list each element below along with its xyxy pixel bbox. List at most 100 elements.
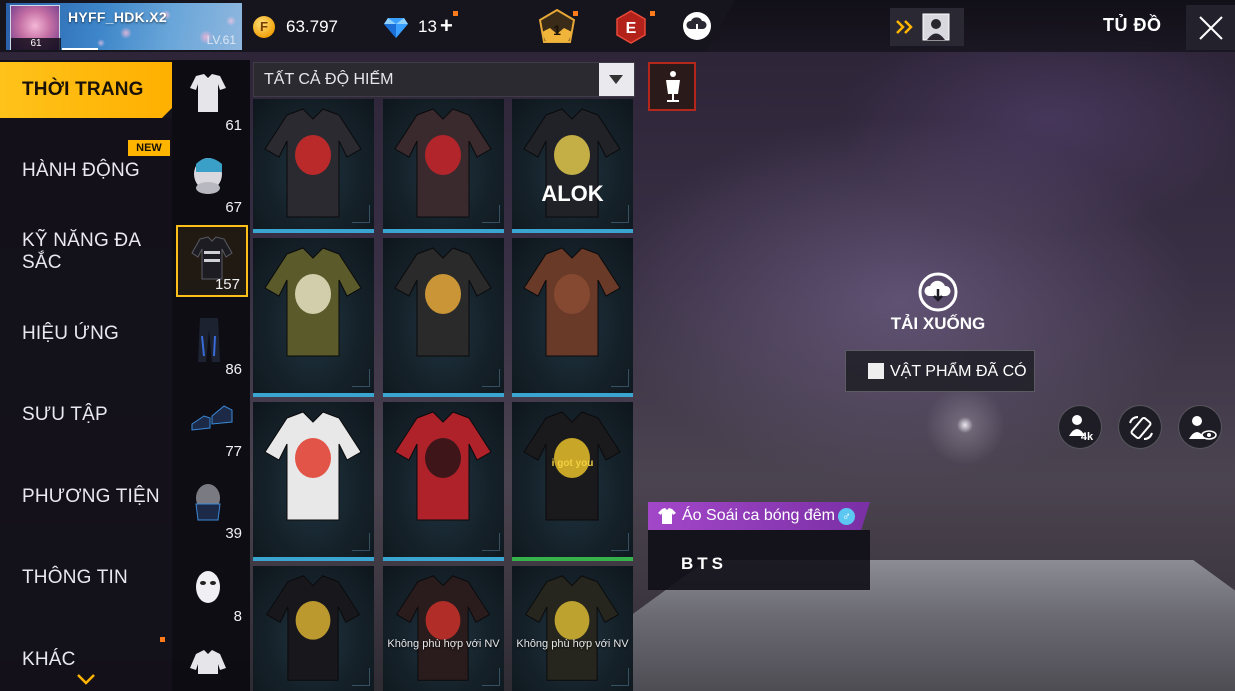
card-corner-decoration: [352, 668, 370, 686]
item-card[interactable]: i got you: [512, 402, 633, 561]
resolution-label: 4k: [1081, 431, 1094, 442]
item-card[interactable]: [383, 99, 504, 233]
sidebar-item-collection[interactable]: SƯU TẬP: [0, 387, 172, 443]
sidebar-item-info[interactable]: THÔNG TIN: [0, 550, 172, 606]
item-card[interactable]: [383, 238, 504, 397]
mannequin-preview-button[interactable]: [648, 62, 696, 111]
face-mask-icon: [196, 571, 220, 603]
elite-pass-icon[interactable]: E: [614, 10, 648, 44]
cloud-download-icon[interactable]: [682, 11, 712, 41]
download-label[interactable]: TẢI XUỐNG: [870, 314, 1006, 334]
owned-items-button[interactable]: VẬT PHẨM ĐÃ CÓ: [845, 350, 1035, 392]
garment-image: [523, 247, 621, 357]
item-card[interactable]: [253, 566, 374, 691]
shoes-icon: [191, 405, 233, 431]
subcategory-count: 61: [225, 117, 242, 134]
new-badge: NEW: [128, 140, 170, 156]
sidebar-item-label: THÔNG TIN: [22, 567, 128, 588]
subcategory-face-mask[interactable]: 8: [176, 555, 248, 627]
garment-image: [523, 108, 621, 218]
item-card[interactable]: [253, 238, 374, 397]
rank-badge-text: 1: [553, 22, 561, 38]
male-icon: ♂: [838, 508, 855, 525]
resolution-4k-button[interactable]: 4k: [1058, 405, 1102, 449]
garment-image: [395, 575, 491, 681]
player-level: LV.61: [206, 33, 236, 47]
item-card[interactable]: Không phù hợp với NV: [512, 566, 633, 691]
sidebar-item-effects[interactable]: HIỆU ỨNG: [0, 306, 172, 362]
subcategory-count: 67: [225, 199, 242, 216]
subcategory-pants[interactable]: 86: [176, 308, 248, 380]
subcategory-jacket[interactable]: [176, 634, 248, 674]
item-incompatible-note: Không phù hợp với NV: [387, 638, 500, 650]
subcategory-mask[interactable]: 39: [176, 472, 248, 544]
headwear-icon: [194, 158, 222, 194]
item-card[interactable]: [253, 99, 374, 233]
view-character-button[interactable]: [1178, 405, 1222, 449]
shirt-icon: [658, 508, 676, 524]
garment-image: [264, 411, 362, 521]
rotate-view-button[interactable]: [1118, 405, 1162, 449]
box-check-icon: [868, 363, 884, 379]
selected-item-description: BTS: [681, 554, 727, 573]
download-icon[interactable]: [918, 272, 958, 312]
dropdown-toggle[interactable]: [599, 63, 634, 96]
garment-image: [264, 247, 362, 357]
item-card[interactable]: [512, 238, 633, 397]
filter-label: TẤT CẢ ĐỘ HIẾM: [264, 71, 394, 88]
sidebar-item-label: SƯU TẬP: [22, 404, 108, 425]
card-corner-decoration: [611, 668, 629, 686]
selected-item-info: BTS: [648, 530, 870, 590]
gold-amount: 63.797: [286, 17, 338, 36]
sidebar-item-label: KHÁC: [22, 649, 76, 670]
rarity-bar: [512, 229, 633, 233]
rarity-bar: [253, 229, 374, 233]
items-grid: ALOK i got you Không phù hợp với NV Không p…: [253, 99, 635, 691]
item-card[interactable]: ALOK: [512, 99, 633, 233]
outfit-swap-button[interactable]: [890, 8, 964, 46]
card-corner-decoration: [482, 205, 500, 223]
sidebar-item-vehicles[interactable]: PHƯƠNG TIỆN: [0, 469, 172, 525]
sidebar-item-label: PHƯƠNG TIỆN: [22, 486, 160, 507]
close-icon: [1199, 16, 1223, 40]
selected-item-name: Áo Soái ca bóng đêm: [682, 507, 835, 524]
subcategory-top[interactable]: 157: [176, 225, 248, 297]
card-corner-decoration: [611, 369, 629, 387]
garment-image: [264, 108, 362, 218]
card-corner-decoration: [482, 533, 500, 551]
close-button[interactable]: [1186, 5, 1235, 50]
avatar[interactable]: 61: [10, 5, 61, 50]
subcategory-count: 39: [225, 525, 242, 542]
item-card[interactable]: Không phù hợp với NV: [383, 566, 504, 691]
rank-badge-icon[interactable]: 1: [536, 8, 578, 46]
rarity-filter-dropdown[interactable]: TẤT CẢ ĐỘ HIẾM: [253, 62, 635, 97]
rotate-device-icon: [1129, 416, 1153, 440]
item-card[interactable]: [253, 402, 374, 561]
subcategory-count: 77: [225, 443, 242, 460]
rarity-bar: [383, 229, 504, 233]
item-incompatible-note: Không phù hợp với NV: [516, 638, 629, 650]
player-profile-card[interactable]: 61 HYFF_HDK.X2 LV.61: [6, 3, 242, 50]
avatar-level: 61: [11, 38, 61, 50]
character-4k-icon: 4k: [1069, 415, 1094, 442]
subcategory-headwear[interactable]: 67: [176, 146, 248, 218]
item-card[interactable]: [383, 402, 504, 561]
notification-dot: [453, 11, 458, 16]
item-print-text: ALOK: [541, 181, 604, 206]
sidebar-item-skills[interactable]: KỸ NĂNG ĐA SẮC: [0, 222, 172, 282]
rarity-bar: [383, 393, 504, 397]
character-portrait-icon: [922, 13, 950, 41]
subcategory-shoes[interactable]: 77: [176, 390, 248, 462]
gold-coin-icon: F: [253, 16, 275, 38]
topup-button[interactable]: +: [440, 13, 453, 39]
sidebar-item-fashion[interactable]: THỜI TRANG: [0, 62, 172, 118]
player-name: HYFF_HDK.X2: [68, 9, 167, 25]
garment-image: [524, 575, 620, 681]
card-corner-decoration: [482, 668, 500, 686]
caret-down-icon: [609, 75, 623, 84]
chevron-down-icon[interactable]: [76, 672, 96, 686]
rarity-bar: [253, 393, 374, 397]
double-chevron-icon: [896, 20, 913, 34]
pants-icon: [198, 318, 220, 362]
subcategory-outfit[interactable]: 61: [176, 64, 248, 136]
